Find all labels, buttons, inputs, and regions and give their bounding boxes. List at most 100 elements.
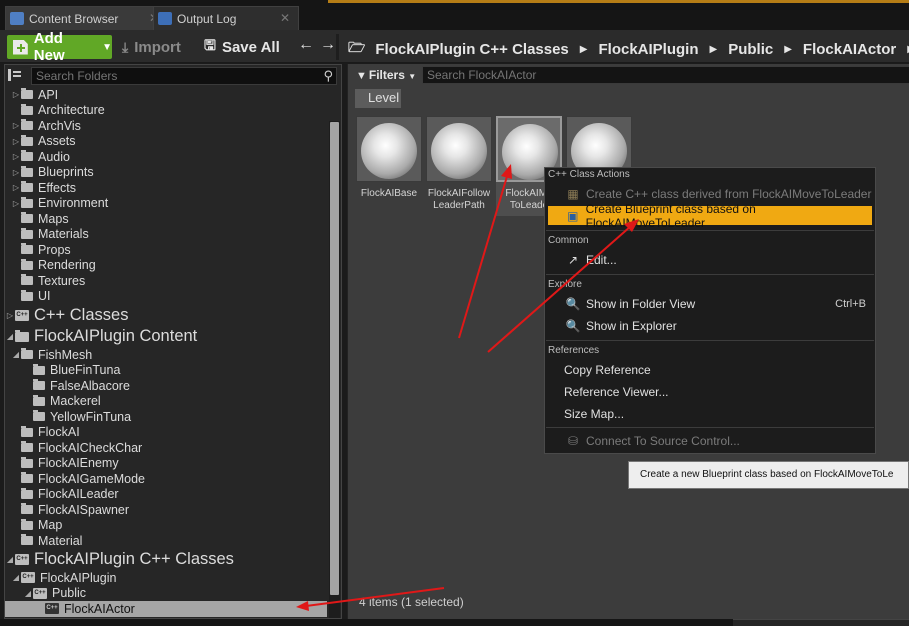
asset-tile[interactable]: FlockAIBase	[356, 116, 422, 216]
asset-search-input[interactable]: Search FlockAIActor	[422, 66, 909, 84]
breadcrumb-item[interactable]: Public	[728, 41, 773, 58]
folder-tree-item[interactable]: Textures	[5, 273, 85, 289]
menu-divider	[546, 230, 874, 231]
folder-tree-item[interactable]: ▷ C++ C++ Classes	[5, 305, 129, 326]
folder-tree-item[interactable]: FlockAICheckChar	[5, 440, 142, 456]
expand-arrow-icon[interactable]: ▷	[11, 152, 21, 161]
folder-icon	[21, 165, 33, 177]
tab-content-browser[interactable]: Content Browser ✕	[5, 6, 168, 30]
folder-tree-item[interactable]: Architecture	[5, 103, 105, 119]
chevron-right-icon[interactable]: ▶	[710, 44, 718, 55]
menu-item-copy-reference[interactable]: Copy Reference	[548, 360, 872, 379]
close-icon[interactable]: ✕	[280, 11, 290, 25]
context-menu: C++ Class Actions ▦ Create C++ class der…	[544, 167, 876, 454]
folder-tree-item[interactable]: ◢ C++ FlockAIPlugin	[5, 570, 117, 586]
menu-item-label: Create C++ class derived from FlockAIMov…	[586, 186, 872, 201]
expand-arrow-icon[interactable]: ▷	[11, 168, 21, 177]
menu-item-show-in-folder-view[interactable]: 🔍 Show in Folder View Ctrl+B	[548, 294, 872, 313]
collapse-arrow-icon[interactable]: ◢	[11, 573, 21, 582]
add-new-button[interactable]: Add New ▼	[7, 30, 112, 64]
folder-tree-item[interactable]: Materials	[5, 227, 89, 243]
folder-tree-item[interactable]: ◢ C++ FlockAIPlugin C++ Classes	[5, 549, 234, 570]
collapse-arrow-icon[interactable]: ◢	[5, 555, 15, 564]
folder-label: Textures	[38, 273, 86, 288]
folder-tree-item[interactable]: Map	[5, 518, 62, 534]
folder-tree-item[interactable]: ▷ Effects	[5, 180, 76, 196]
folder-tree-item[interactable]: ▷ Blueprints	[5, 165, 94, 181]
folder-icon	[21, 534, 33, 546]
folder-search-row: Search Folders ⚲	[5, 65, 341, 87]
expand-arrow-icon[interactable]: ▷	[11, 137, 21, 146]
folder-tree-item[interactable]: Rendering	[5, 258, 96, 274]
folder-tree-item[interactable]: ▷ Assets	[5, 134, 76, 150]
asset-thumbnail	[426, 116, 492, 182]
folder-tree-item[interactable]: Maps	[5, 211, 69, 227]
expand-arrow-icon[interactable]: ▷	[5, 311, 15, 320]
menu-item-create-blueprint-class[interactable]: ▣ Create Blueprint class based on FlockA…	[548, 202, 872, 230]
folder-icon	[21, 88, 33, 100]
collapse-arrow-icon[interactable]: ◢	[11, 350, 21, 359]
back-arrow-icon[interactable]: ←	[298, 36, 314, 53]
folder-search-input[interactable]: Search Folders ⚲	[31, 67, 337, 85]
folder-icon	[21, 503, 33, 515]
add-file-icon	[13, 39, 28, 55]
folder-tree-item[interactable]: Mackerel	[5, 394, 101, 410]
folder-icon	[21, 243, 33, 255]
folder-scrollbar-thumb[interactable]	[330, 122, 339, 595]
folder-tree-item[interactable]: BlueFinTuna	[5, 363, 120, 379]
breadcrumb: 🗁 FlockAIPlugin C++ Classes ▶ FlockAIPlu…	[348, 37, 909, 61]
save-all-button[interactable]: 🖫 Save All	[204, 36, 280, 58]
folder-tree-item[interactable]: UI	[5, 289, 51, 305]
tree-toggle-icon[interactable]	[8, 69, 22, 81]
forward-arrow-icon[interactable]: →	[320, 36, 336, 53]
import-button[interactable]: ⤓ Import	[122, 36, 181, 58]
folder-tree-item[interactable]: FlockAI	[5, 425, 80, 441]
folder-tree-item[interactable]: ◢ C++ Public	[5, 586, 86, 602]
menu-item-show-in-explorer[interactable]: 🔍 Show in Explorer	[548, 316, 872, 335]
expand-arrow-icon[interactable]: ▷	[11, 183, 21, 192]
toolbar-divider	[336, 34, 339, 60]
folder-tree-item[interactable]: Material	[5, 533, 82, 549]
tab-output-log[interactable]: Output Log ✕	[153, 6, 299, 30]
folder-icon	[21, 425, 33, 437]
folder-tree-item[interactable]: ▷ API	[5, 87, 58, 103]
import-icon: ⤓	[122, 38, 129, 55]
collapse-arrow-icon[interactable]: ◢	[5, 332, 15, 341]
menu-item-connect-source-control[interactable]: ⛁ Connect To Source Control...	[548, 431, 872, 450]
expand-arrow-icon[interactable]: ▷	[11, 90, 21, 99]
chevron-right-icon[interactable]: ▶	[784, 44, 792, 55]
folder-tree-item[interactable]: FlockAILeader	[5, 487, 119, 503]
folder-tree-item[interactable]: ◢ FishMesh	[5, 347, 92, 363]
folder-tree-item-selected[interactable]: C++ FlockAIActor	[5, 601, 327, 617]
folder-tree-item[interactable]: ◢ FlockAIPlugin Content	[5, 326, 197, 347]
bottom-bar-panel	[733, 619, 909, 626]
folder-tree-item[interactable]: ▷ ArchVis	[5, 118, 81, 134]
filter-chip-level[interactable]: Level	[355, 89, 401, 108]
breadcrumb-item[interactable]: FlockAIPlugin C++ Classes	[375, 41, 568, 58]
folder-panel: Search Folders ⚲ ▷ API Architecture ▷ ArchVi…	[4, 64, 342, 619]
folder-tree-item[interactable]: FlockAIEnemy	[5, 456, 119, 472]
folder-label: Public	[52, 586, 87, 601]
folder-tree-item[interactable]: YellowFinTuna	[5, 409, 131, 425]
menu-item-reference-viewer[interactable]: Reference Viewer...	[548, 382, 872, 401]
chevron-right-icon[interactable]: ▶	[580, 44, 588, 55]
menu-item-edit[interactable]: ↗ Edit...	[548, 250, 872, 269]
asset-tile[interactable]: FlockAIFollow LeaderPath	[426, 116, 492, 216]
folder-label: FlockAIEnemy	[38, 456, 119, 471]
folder-tree-item[interactable]: FlockAISpawner	[5, 502, 129, 518]
filters-button[interactable]: ▼ Filters ▼	[356, 68, 416, 82]
breadcrumb-item[interactable]: FlockAIPlugin	[598, 41, 698, 58]
folder-tree-item[interactable]: Props	[5, 242, 71, 258]
menu-item-size-map[interactable]: Size Map...	[548, 404, 872, 423]
folder-tree-item[interactable]: ▷ Environment	[5, 196, 108, 212]
folder-tree-item[interactable]: FalseAlbacore	[5, 378, 130, 394]
tooltip: Create a new Blueprint class based on Fl…	[628, 461, 909, 489]
expand-arrow-icon[interactable]: ▷	[11, 199, 21, 208]
folder-tree-item[interactable]: FlockAIGameMode	[5, 471, 145, 487]
collapse-arrow-icon[interactable]: ◢	[23, 589, 33, 598]
folder-search-placeholder: Search Folders	[36, 69, 118, 83]
expand-arrow-icon[interactable]: ▷	[11, 121, 21, 130]
breadcrumb-item[interactable]: FlockAIActor	[803, 41, 896, 58]
folder-tree-item[interactable]: ▷ Audio	[5, 149, 70, 165]
menu-item-create-cpp-class[interactable]: ▦ Create C++ class derived from FlockAIM…	[548, 184, 872, 203]
